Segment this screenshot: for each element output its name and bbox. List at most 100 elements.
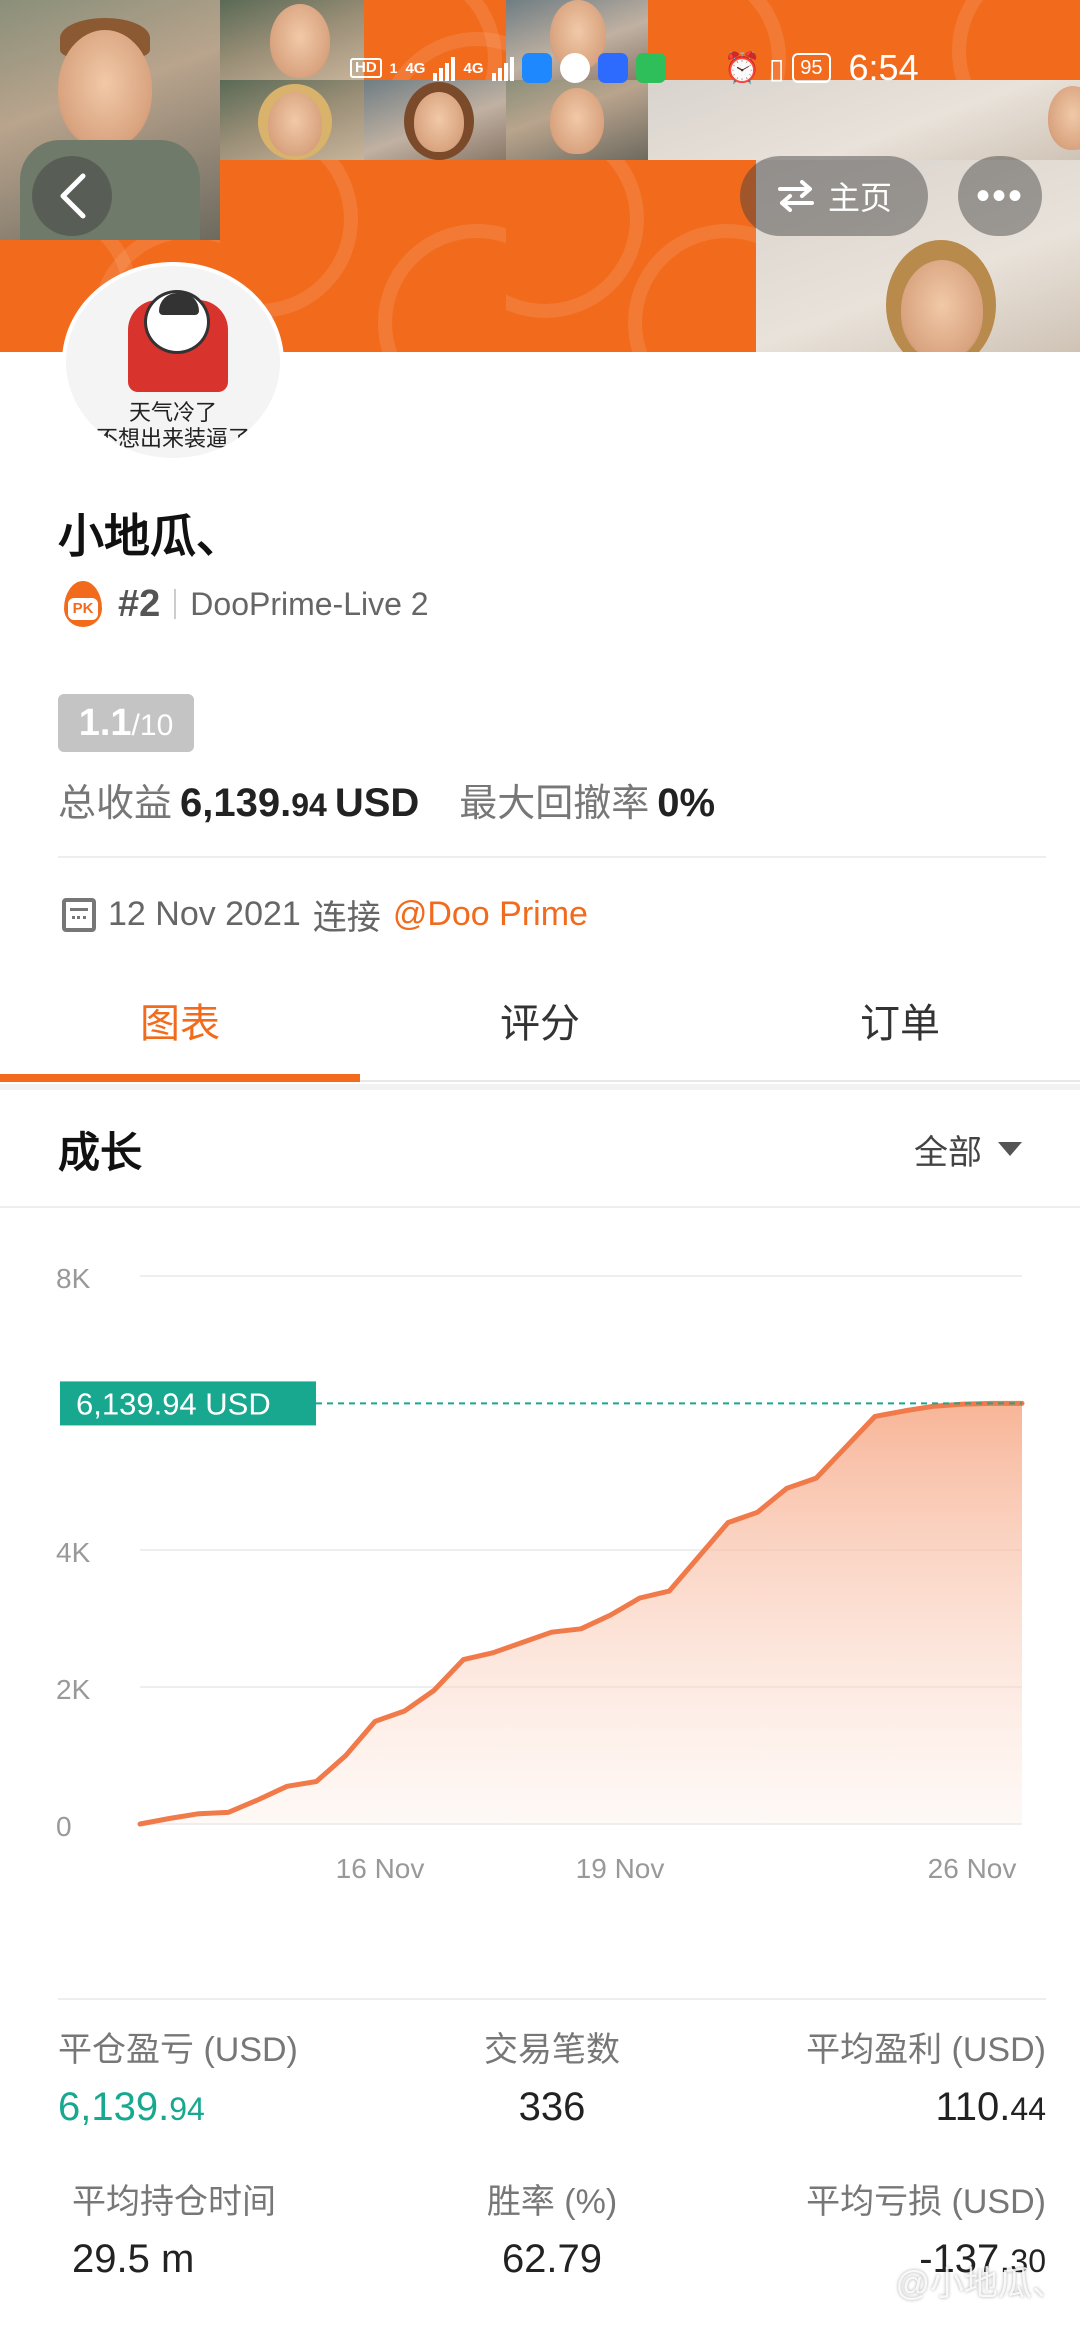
video-app-icon xyxy=(635,53,666,83)
more-dots-icon: ••• xyxy=(975,173,1024,218)
network-type-1: 4G xyxy=(405,59,426,77)
stat-win-rate: 胜率 (%) 62.79 xyxy=(388,2174,717,2282)
profile-name: 小地瓜、 xyxy=(58,510,242,562)
y-tick-label: 2K xyxy=(56,1674,91,1705)
banner-photo-2 xyxy=(220,0,364,80)
stat-value: 336 xyxy=(388,2085,717,2130)
home-switch-button[interactable]: 主页 xyxy=(740,156,928,236)
stat-label: 交易笔数 xyxy=(484,2031,620,2069)
signal-icon xyxy=(433,55,456,81)
stat-value: 6,139.94 xyxy=(58,2085,387,2130)
watermark: @小地瓜、 xyxy=(895,2265,1066,2303)
avatar[interactable]: 天气冷了 不想出来装逼了 xyxy=(62,262,284,462)
avatar-caption-1: 天气冷了 xyxy=(128,400,217,425)
clock: 6:54 xyxy=(848,47,919,88)
max-drawdown-value: 0% xyxy=(657,781,716,825)
score-value: 1.1 xyxy=(78,702,132,744)
stats-divider xyxy=(58,1998,1046,2000)
signal-icon-2 xyxy=(491,55,514,81)
stat-value: 29.5 m xyxy=(72,2237,387,2282)
score-badge: 1.1 /10 xyxy=(58,694,194,752)
y-tick-label: 0 xyxy=(56,1811,72,1842)
stat-label: 平仓盈亏 (USD) xyxy=(58,2031,298,2069)
banner-photo-7 xyxy=(648,80,1080,160)
back-button[interactable] xyxy=(32,156,112,236)
chat-app-icon xyxy=(559,53,590,83)
sim-indicator-1: 1 xyxy=(389,60,398,76)
stat-value-main: 62.79 xyxy=(501,2237,603,2281)
growth-title: 成长 xyxy=(58,1128,143,1176)
banner-pattern-5 xyxy=(506,160,756,352)
caret-down-icon xyxy=(998,1142,1022,1156)
section-gap xyxy=(0,1084,1080,1090)
alarm-icon: ⏰ xyxy=(723,51,761,85)
broker-link[interactable]: @Doo Prime xyxy=(393,895,588,934)
score-max: /10 xyxy=(131,709,174,742)
y-tick-label: 4K xyxy=(56,1537,91,1568)
avatar-meme-face xyxy=(144,290,210,354)
connect-date: 12 Nov 2021 xyxy=(108,895,301,933)
tab-bar: 图表 评分 订单 xyxy=(0,972,1080,1082)
kpi-row: 总收益 6,139.94 USD 最大回撤率 0% xyxy=(58,772,715,827)
stat-value: 110.44 xyxy=(717,2085,1046,2130)
stat-value-main: 29.5 m xyxy=(72,2237,195,2281)
series-area xyxy=(140,1403,1022,1824)
server-name: DooPrime-Live 2 xyxy=(190,585,429,622)
battery-icon: 95 xyxy=(792,53,831,83)
banner-photo-4 xyxy=(220,80,364,160)
max-drawdown-label: 最大回撤率 xyxy=(459,783,650,825)
connect-label: 连接 xyxy=(312,899,381,937)
total-profit-unit: USD xyxy=(334,781,420,825)
stat-trade-count: 交易笔数 336 xyxy=(388,2022,717,2130)
stat-value-main: 336 xyxy=(518,2085,586,2129)
stat-label: 平均盈利 (USD) xyxy=(806,2031,1046,2069)
divider xyxy=(58,856,1046,858)
stats-grid: 平仓盈亏 (USD) 6,139.94 交易笔数 336 平均盈利 (USD) … xyxy=(58,1998,1046,2282)
range-dropdown[interactable]: 全部 xyxy=(914,1125,1022,1174)
stat-avg-profit: 平均盈利 (USD) 110.44 xyxy=(717,2022,1046,2130)
banner-photo-5 xyxy=(364,80,506,160)
stat-value-main: 110. xyxy=(935,2085,1011,2129)
stat-avg-hold-time: 平均持仓时间 29.5 m xyxy=(58,2174,387,2282)
search-app-icon xyxy=(521,53,552,83)
pk-badge: PK xyxy=(68,598,98,620)
banner-photo-6 xyxy=(506,80,648,160)
current-value-label: 6,139.94 USD xyxy=(76,1386,271,1421)
x-tick-label: 19 Nov xyxy=(576,1853,665,1884)
tab-orders[interactable]: 订单 xyxy=(720,972,1080,1080)
range-label: 全部 xyxy=(914,1133,982,1172)
stat-closed-pnl: 平仓盈亏 (USD) 6,139.94 xyxy=(58,2022,387,2130)
growth-chart[interactable]: 02K4K8K16 Nov19 Nov26 Nov 6,139.94 USD 总… xyxy=(0,1220,1080,1920)
rank-number: #2 xyxy=(118,582,161,625)
rank-divider xyxy=(174,589,177,619)
stat-value-main: 6,139. xyxy=(58,2085,170,2129)
total-profit-value: 6,139. xyxy=(180,781,292,825)
more-button[interactable]: ••• xyxy=(958,156,1042,236)
chevron-left-icon xyxy=(60,173,86,219)
x-tick-label: 26 Nov xyxy=(928,1853,1017,1884)
total-profit-label: 总收益 xyxy=(58,783,173,825)
connection-row: 12 Nov 2021 连接 @Doo Prime xyxy=(62,890,588,939)
y-tick-label: 8K xyxy=(56,1263,91,1294)
tab-rating[interactable]: 评分 xyxy=(360,972,720,1080)
network-type-2: 4G xyxy=(463,59,484,77)
volte-indicator-1: HD xyxy=(350,58,382,78)
growth-header: 成长 全部 xyxy=(0,1092,1080,1208)
stat-value-decimals: 94 xyxy=(169,2091,205,2127)
home-label: 主页 xyxy=(827,180,892,216)
swap-icon xyxy=(777,180,814,212)
x-tick-label: 16 Nov xyxy=(336,1853,425,1884)
rank-row: PK #2 DooPrime-Live 2 xyxy=(62,576,429,632)
stat-value: 62.79 xyxy=(388,2237,717,2282)
status-bar: HD 1 4G HD 2 4G ⏰ ▯ 95 6:54 xyxy=(350,44,1052,92)
stat-label: 平均持仓时间 xyxy=(72,2183,276,2221)
avatar-caption-2: 不想出来装逼了 xyxy=(95,426,250,451)
stat-label: 平均亏损 (USD) xyxy=(806,2183,1046,2221)
tab-chart[interactable]: 图表 xyxy=(0,972,360,1082)
pk-flame-icon[interactable]: PK xyxy=(62,581,104,627)
calendar-icon xyxy=(62,897,96,932)
stat-label: 胜率 (%) xyxy=(486,2183,618,2221)
bulb-app-icon xyxy=(597,53,628,83)
vibrate-icon: ▯ xyxy=(768,52,785,84)
total-profit-cents: 94 xyxy=(291,787,327,823)
